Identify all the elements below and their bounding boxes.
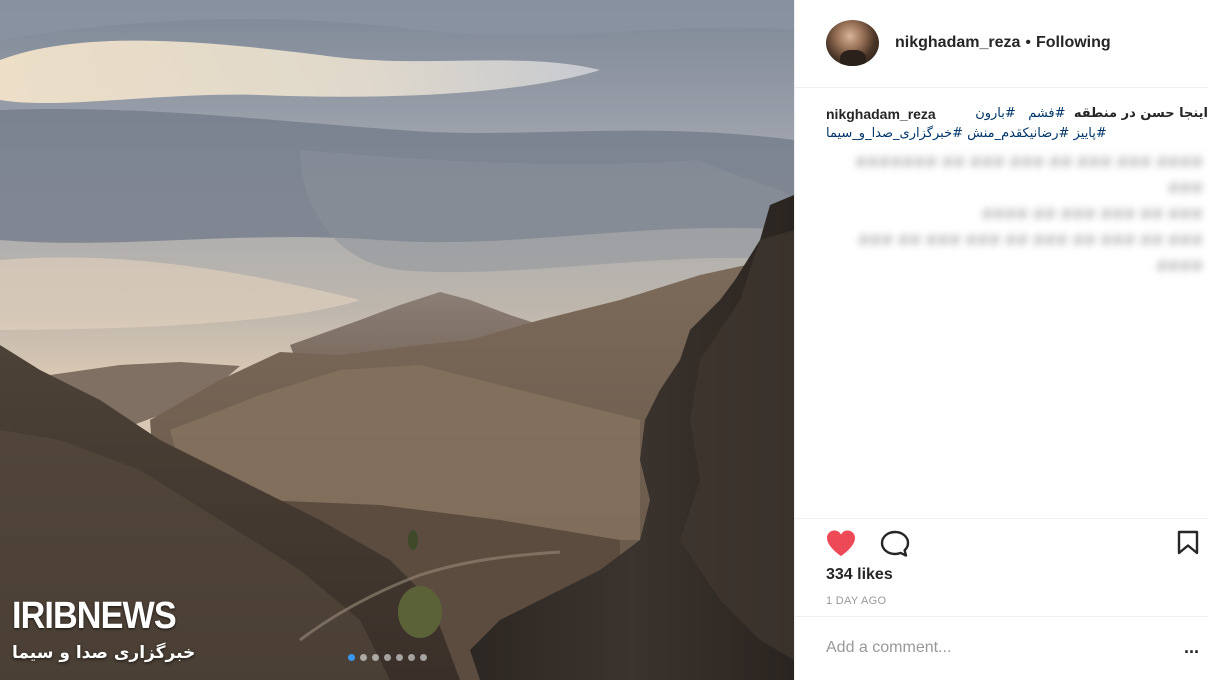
- caption-username-link[interactable]: nikghadam_reza: [826, 104, 936, 124]
- carousel-dot[interactable]: [396, 654, 403, 661]
- carousel-dot[interactable]: [408, 654, 415, 661]
- hashtag-link[interactable]: #فشم: [1028, 106, 1065, 121]
- blurred-line: ### ## ### ## ### ## ### ### ## ### ####: [857, 233, 1203, 275]
- avatar[interactable]: [826, 20, 879, 66]
- post-timestamp[interactable]: 1 DAY AGO: [826, 595, 886, 607]
- hashtag-link[interactable]: #بارون: [975, 106, 1016, 121]
- like-button[interactable]: [825, 529, 857, 562]
- bookmark-icon: [1177, 530, 1199, 555]
- post-photo[interactable]: IRIBNEWS خبرگزاری صدا و سیما: [0, 0, 794, 680]
- post-side-panel: nikghadam_reza • Following اینجا حسن در من…: [794, 0, 1208, 680]
- header-separator: •: [1025, 34, 1031, 51]
- action-bar: [795, 518, 1208, 566]
- carousel-dot[interactable]: [348, 654, 355, 661]
- blurred-line: #### ### ### ## ### ### ## ####### ###: [855, 155, 1203, 197]
- comment-bar: ...: [795, 616, 1208, 680]
- heart-icon: [827, 530, 855, 556]
- comment-icon: [880, 530, 910, 557]
- iribnews-watermark: IRIBNEWS خبرگزاری صدا و سیما: [12, 596, 195, 664]
- comment-button[interactable]: [879, 529, 911, 564]
- hashtag-link[interactable]: #پاییز: [1074, 126, 1107, 141]
- carousel-dot[interactable]: [360, 654, 367, 661]
- watermark-brand: IRIBNEWS: [12, 595, 177, 637]
- blurred-line: ### ## ### ### ## ####: [981, 207, 1203, 223]
- header-username-link[interactable]: nikghadam_reza: [895, 34, 1020, 51]
- comment-input[interactable]: [826, 636, 1146, 660]
- caption-line-2: #پاییز #رضانیکقدم_منش #خبرگزاری_صدا_و_سی…: [826, 124, 1208, 144]
- more-options-icon[interactable]: ...: [1184, 637, 1199, 658]
- post-caption: اینجا حسن در منطقه #فشم #بارون nikghadam…: [826, 104, 1208, 144]
- hashtag-link[interactable]: #خبرگزاری_صدا_و_سیما: [826, 126, 963, 141]
- carousel-indicator: [348, 654, 427, 661]
- post-header: nikghadam_reza • Following: [795, 0, 1208, 88]
- watermark-subtitle: خبرگزاری صدا و سیما: [12, 643, 196, 663]
- blurred-caption-text: #### ### ### ## ### ### ## ####### ### #…: [823, 150, 1203, 280]
- following-button[interactable]: Following: [1036, 34, 1111, 51]
- save-button[interactable]: [1176, 530, 1200, 561]
- caption-rtl-line-1: اینجا حسن در منطقه #فشم #بارون: [975, 104, 1208, 124]
- caption-line-1: اینجا حسن در منطقه #فشم #بارون nikghadam…: [826, 104, 1208, 124]
- carousel-dot[interactable]: [372, 654, 379, 661]
- likes-count[interactable]: 334 likes: [826, 566, 893, 584]
- carousel-dot[interactable]: [420, 654, 427, 661]
- mountain-scene-image: [0, 0, 794, 680]
- hashtag-link[interactable]: #رضانیکقدم_منش: [967, 126, 1069, 141]
- caption-text: اینجا حسن در منطقه: [1073, 106, 1208, 121]
- header-user-line: nikghadam_reza • Following: [895, 34, 1111, 52]
- carousel-dot[interactable]: [384, 654, 391, 661]
